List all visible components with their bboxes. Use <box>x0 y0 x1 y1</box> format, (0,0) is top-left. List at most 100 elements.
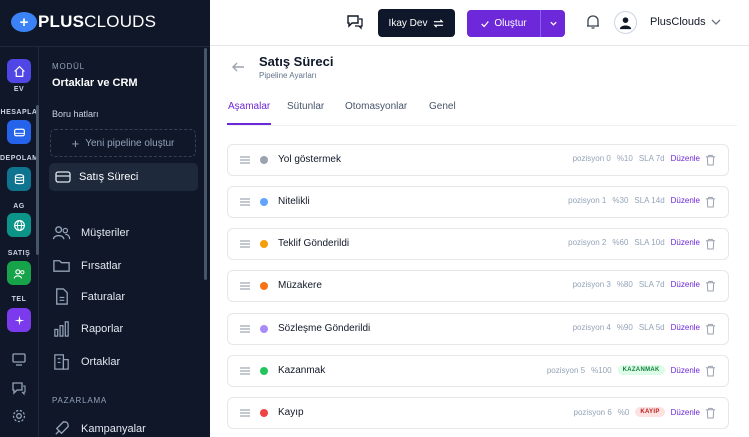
user-name[interactable]: PlusClouds <box>650 16 706 28</box>
users-icon <box>52 226 71 240</box>
module-scrollbar[interactable] <box>204 48 207 280</box>
create-button-label: Oluştur <box>494 18 527 29</box>
drag-handle-icon[interactable] <box>240 155 250 165</box>
stage-probability: %60 <box>612 238 629 247</box>
rail-scrollbar[interactable] <box>36 105 39 255</box>
stage-meta: pozisyon 3 %80 SLA 7d Düzenle <box>573 280 700 289</box>
check-icon <box>481 20 490 27</box>
tab-automations[interactable]: Otomasyonlar <box>345 101 407 112</box>
stage-row[interactable]: Kayıp pozisyon 6 %0 KAYIP Düzenle <box>227 397 729 429</box>
stage-row[interactable]: Yol göstermek pozisyon 0 %10 SLA 7d Düzenle <box>227 144 729 176</box>
create-dropdown-button[interactable] <box>540 10 565 37</box>
nav-item-invoices[interactable]: Faturalar <box>52 287 125 306</box>
stage-name: Teklif Gönderildi <box>278 238 350 249</box>
swap-icon <box>433 18 445 28</box>
chat-bubbles-icon[interactable] <box>346 13 364 31</box>
stage-meta: pozisyon 1 %30 SLA 14d Düzenle <box>568 196 700 205</box>
stage-meta: pozisyon 6 %0 KAYIP Düzenle <box>574 407 700 417</box>
drag-handle-icon[interactable] <box>240 366 250 376</box>
drag-handle-icon[interactable] <box>240 324 250 334</box>
stage-color-dot <box>260 367 268 375</box>
stage-color-dot <box>260 198 268 206</box>
trash-icon[interactable] <box>705 280 716 292</box>
edit-stage-button[interactable]: Düzenle <box>671 280 700 289</box>
stage-row[interactable]: Teklif Gönderildi pozisyon 2 %60 SLA 10d Düz… <box>227 228 729 260</box>
bell-icon[interactable] <box>584 13 602 31</box>
stage-position: pozisyon 2 <box>568 238 607 247</box>
chevron-down-icon[interactable] <box>710 16 722 28</box>
edit-stage-button[interactable]: Düzenle <box>671 408 700 417</box>
stage-name: Kazanmak <box>278 365 326 376</box>
back-arrow-icon[interactable] <box>230 59 246 75</box>
nav-item-opportunities[interactable]: Fırsatlar <box>52 256 121 275</box>
drag-handle-icon[interactable] <box>240 408 250 418</box>
stage-sla: SLA 7d <box>638 154 665 163</box>
stage-badge: KAYIP <box>635 407 665 417</box>
folder-icon <box>53 260 70 272</box>
stage-name: Kayıp <box>278 407 304 418</box>
rail-telephony-button[interactable] <box>7 308 31 332</box>
tab-general[interactable]: Genel <box>429 101 456 112</box>
drag-handle-icon[interactable] <box>240 197 250 207</box>
trash-icon[interactable] <box>705 238 716 250</box>
trash-icon[interactable] <box>705 196 716 208</box>
edit-stage-button[interactable]: Düzenle <box>671 238 700 247</box>
home-icon <box>13 65 25 77</box>
nav-item-label: Müşteriler <box>81 226 130 239</box>
new-pipeline-button[interactable]: + Yeni pipeline oluştur <box>50 129 196 157</box>
chat-icon[interactable] <box>11 380 27 396</box>
rail-label-telephony: TEL <box>11 296 27 303</box>
gear-icon[interactable] <box>11 408 27 424</box>
stage-row[interactable]: Müzakere pozisyon 3 %80 SLA 7d Düzenle <box>227 270 729 302</box>
edit-stage-button[interactable]: Düzenle <box>671 154 700 163</box>
brand-logo[interactable]: + PLUSCLOUDS <box>11 12 156 32</box>
trash-icon[interactable] <box>705 154 716 166</box>
stage-sla: SLA 7d <box>638 280 665 289</box>
monitor-icon[interactable] <box>11 351 27 367</box>
sidebar: + PLUSCLOUDS EV HESAPLA DEPOLAMA AĞ SATI… <box>0 0 210 437</box>
stage-name: Sözleşme Gönderildi <box>278 323 371 334</box>
team-switch-button[interactable]: Ikay Dev <box>378 9 455 37</box>
pipeline-item-sales[interactable]: Satış Süreci <box>49 163 198 191</box>
trash-icon[interactable] <box>705 407 716 419</box>
top-header: Ikay Dev Oluştur PlusClouds <box>210 0 749 46</box>
plus-logo-mark: + <box>11 12 37 32</box>
edit-stage-button[interactable]: Düzenle <box>671 196 700 205</box>
rail-storage-button[interactable] <box>7 167 31 191</box>
stage-meta: pozisyon 2 %60 SLA 10d Düzenle <box>568 238 700 247</box>
stage-probability: %10 <box>616 154 633 163</box>
rail-label-storage: DEPOLAMA <box>0 155 38 162</box>
nav-item-campaigns[interactable]: Kampanyalar <box>52 419 146 437</box>
stage-probability: %100 <box>591 365 612 375</box>
edit-stage-button[interactable]: Düzenle <box>671 323 700 332</box>
tab-columns[interactable]: Sütunlar <box>287 101 324 112</box>
rail-compute-button[interactable] <box>7 120 31 144</box>
drag-handle-icon[interactable] <box>240 239 250 249</box>
rail-home-button[interactable] <box>7 59 31 83</box>
rail-label-home: EV <box>13 86 25 93</box>
trash-icon[interactable] <box>705 323 716 335</box>
stage-meta: pozisyon 5 %100 KAZANMAK Düzenle <box>547 365 700 375</box>
team-switch-label: Ikay Dev <box>388 17 428 29</box>
tab-stages[interactable]: Aşamalar <box>228 101 270 112</box>
page-title: Satış Süreci <box>259 54 334 69</box>
edit-stage-button[interactable]: Düzenle <box>671 366 700 375</box>
stage-row[interactable]: Nitelikli pozisyon 1 %30 SLA 14d Düzenle <box>227 186 729 218</box>
rail-network-button[interactable] <box>7 213 31 237</box>
stage-row[interactable]: Sözleşme Gönderildi pozisyon 4 %90 SLA 5d Dü… <box>227 313 729 345</box>
nav-item-partners[interactable]: Ortaklar <box>52 352 120 371</box>
trash-icon[interactable] <box>705 365 716 377</box>
nav-item-reports[interactable]: Raporlar <box>52 319 123 338</box>
stage-sla: SLA 14d <box>634 196 665 205</box>
nav-item-label: Fırsatlar <box>81 259 122 272</box>
create-button[interactable]: Oluştur <box>467 10 565 37</box>
drag-handle-icon[interactable] <box>240 281 250 291</box>
stage-row[interactable]: Kazanmak pozisyon 5 %100 KAZANMAK Düzenle <box>227 355 729 387</box>
stage-color-dot <box>260 240 268 248</box>
page-subtitle: Pipeline Ayarları <box>259 71 317 80</box>
stage-meta: pozisyon 4 %90 SLA 5d Düzenle <box>573 323 700 332</box>
user-avatar[interactable] <box>614 11 637 34</box>
rail-sales-button[interactable] <box>7 261 31 285</box>
create-main-button[interactable]: Oluştur <box>467 10 540 37</box>
nav-item-customers[interactable]: Müşteriler <box>52 223 129 242</box>
